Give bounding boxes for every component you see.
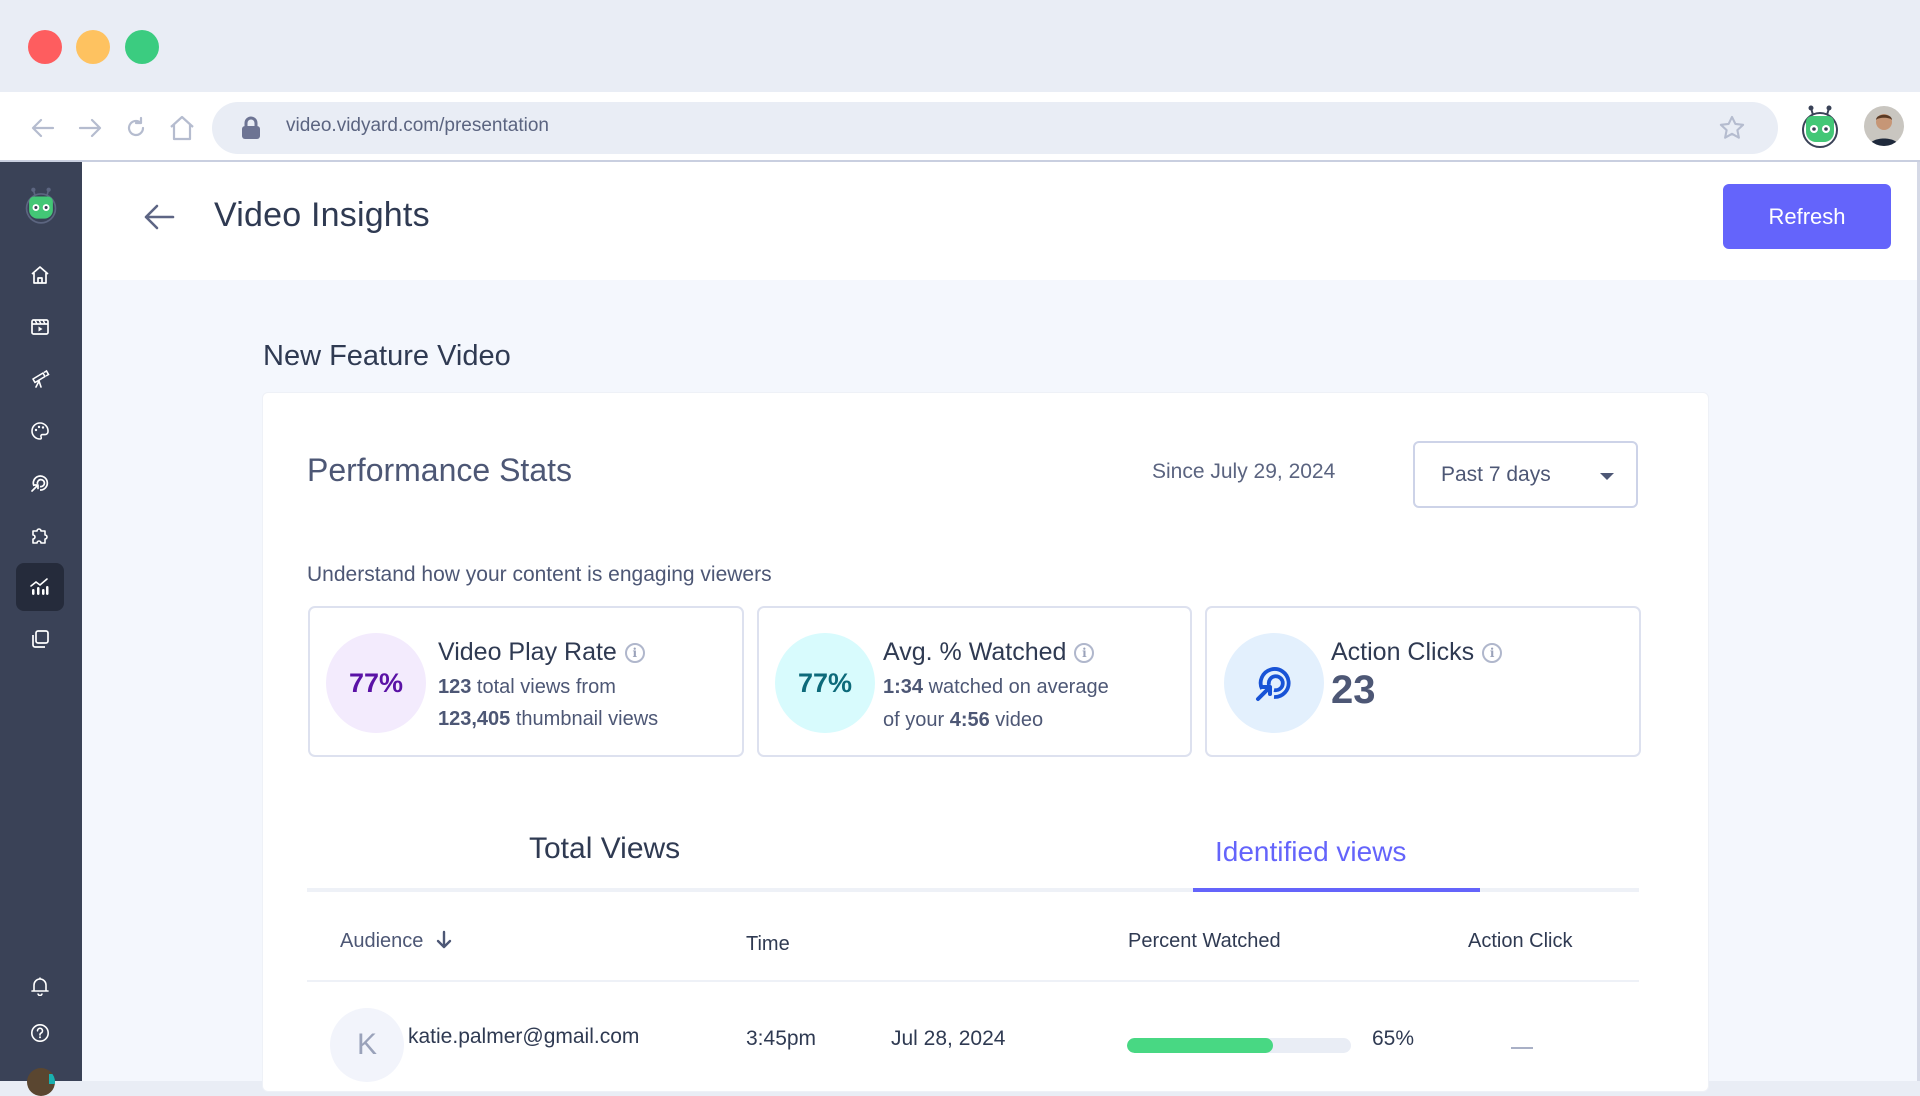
sidebar-item-home[interactable] <box>16 251 64 299</box>
sidebar-item-help[interactable] <box>16 1009 64 1057</box>
sidebar-item-analytics[interactable] <box>16 563 64 611</box>
info-icon[interactable]: i <box>624 643 645 663</box>
thumbnail-views-count: 123,405 <box>438 708 511 730</box>
help-circle-icon <box>31 1024 49 1042</box>
home-icon[interactable] <box>166 112 198 144</box>
view-date: Jul 28, 2024 <box>891 1027 1006 1050</box>
column-header-percent-watched[interactable]: Percent Watched <box>1128 930 1281 953</box>
sort-down-icon <box>436 930 452 949</box>
stat-title: Video Play Rate i <box>438 638 645 667</box>
telescope-icon <box>32 369 50 388</box>
action-clicks-value: 23 <box>1331 668 1376 712</box>
action-clicks-badge <box>1224 633 1324 733</box>
clapperboard-icon <box>31 319 49 335</box>
analytics-icon <box>30 578 49 595</box>
stat-title: Avg. % Watched i <box>883 638 1095 667</box>
close-window-button[interactable] <box>28 30 62 64</box>
star-icon[interactable] <box>1718 114 1746 147</box>
column-label: Audience <box>340 930 424 952</box>
vidyard-robot-logo[interactable] <box>24 186 58 229</box>
stat-card-play-rate: 77% Video Play Rate i 123 total views fro… <box>308 606 744 757</box>
stat-text: thumbnail views <box>510 708 659 730</box>
sidebar-item-notifications[interactable] <box>16 962 64 1010</box>
sidebar-user-avatar[interactable] <box>27 1068 55 1096</box>
minimize-window-button[interactable] <box>76 30 110 64</box>
viewer-email[interactable]: katie.palmer@gmail.com <box>408 1025 639 1049</box>
user-avatar[interactable] <box>1864 106 1904 146</box>
lock-icon <box>240 116 262 145</box>
window-titlebar <box>0 0 1920 92</box>
percent-watched-bar <box>1127 1038 1351 1053</box>
sidebar-item-actions[interactable] <box>16 459 64 507</box>
page-title: Video Insights <box>214 196 430 234</box>
date-range-value: Past 7 days <box>1441 463 1551 486</box>
info-icon[interactable]: i <box>1482 643 1503 663</box>
refresh-button[interactable]: Refresh <box>1723 184 1891 249</box>
table-header-divider <box>307 980 1639 982</box>
back-button[interactable] <box>143 203 175 236</box>
stat-card-avg-watched: 77% Avg. % Watched i 1:34 watched on aver… <box>757 606 1192 757</box>
performance-stats-title: Performance Stats <box>307 452 572 488</box>
sidebar-item-videos[interactable] <box>16 303 64 351</box>
vidyard-robot-icon[interactable] <box>1800 104 1840 153</box>
performance-subtitle: Understand how your content is engaging … <box>307 563 772 586</box>
video-duration: 4:56 <box>949 709 990 731</box>
stat-detail-line: of your 4:56 video <box>883 709 1043 732</box>
tab-total-views[interactable]: Total Views <box>529 832 680 866</box>
sidebar-item-branding[interactable] <box>16 407 64 455</box>
stat-text: watched on average <box>923 676 1109 698</box>
avg-watched-value: 77% <box>775 633 875 733</box>
stat-text: of your <box>883 709 950 731</box>
column-header-audience[interactable]: Audience <box>340 930 453 953</box>
avg-watched-title: Avg. % Watched <box>883 638 1067 666</box>
back-arrow-icon <box>144 204 175 230</box>
stat-text: total views from <box>471 676 616 698</box>
copy-icon <box>32 630 49 648</box>
stat-detail-line: 123 total views from <box>438 676 616 699</box>
column-header-time[interactable]: Time <box>746 933 790 956</box>
target-cursor-icon <box>31 475 49 492</box>
stat-detail-line: 1:34 watched on average <box>883 676 1109 699</box>
avg-watch-time: 1:34 <box>883 676 924 698</box>
no-action-click-dash <box>1511 1047 1533 1049</box>
sidebar-item-discover[interactable] <box>16 355 64 403</box>
puzzle-icon <box>32 528 48 544</box>
forward-arrow-icon[interactable] <box>74 112 106 144</box>
since-date: Since July 29, 2024 <box>1152 460 1336 483</box>
play-rate-value: 77% <box>326 633 426 733</box>
percent-watched-fill <box>1127 1038 1273 1053</box>
stat-card-action-clicks: Action Clicks i 23 <box>1205 606 1641 757</box>
stat-text: video <box>989 709 1044 731</box>
play-rate-title: Video Play Rate <box>438 638 617 666</box>
view-time: 3:45pm <box>746 1027 817 1050</box>
bell-icon <box>31 977 49 996</box>
url-text[interactable]: video.vidyard.com/presentation <box>286 115 549 137</box>
total-views-count: 123 <box>438 676 472 698</box>
home-icon <box>31 266 49 284</box>
info-icon[interactable]: i <box>1074 643 1095 663</box>
palette-icon <box>31 422 49 440</box>
date-range-select[interactable]: Past 7 days <box>1413 441 1638 508</box>
viewer-avatar: K <box>330 1008 404 1082</box>
target-cursor-icon <box>1256 667 1291 701</box>
stat-title: Action Clicks i <box>1331 638 1503 667</box>
reload-icon[interactable] <box>120 112 152 144</box>
percent-watched-label: 65% <box>1372 1027 1415 1050</box>
sidebar-item-integrations[interactable] <box>16 511 64 559</box>
action-clicks-title: Action Clicks <box>1331 638 1475 666</box>
caret-down-icon <box>1600 473 1614 480</box>
column-header-action-click[interactable]: Action Click <box>1468 930 1572 953</box>
sidebar-item-library[interactable] <box>16 615 64 663</box>
maximize-window-button[interactable] <box>125 30 159 64</box>
stat-detail-line: 123,405 thumbnail views <box>438 708 658 731</box>
video-title: New Feature Video <box>263 340 511 372</box>
tab-identified-views[interactable]: Identified views <box>1215 836 1406 868</box>
back-arrow-icon[interactable] <box>27 112 59 144</box>
active-tab-indicator <box>1193 888 1480 892</box>
